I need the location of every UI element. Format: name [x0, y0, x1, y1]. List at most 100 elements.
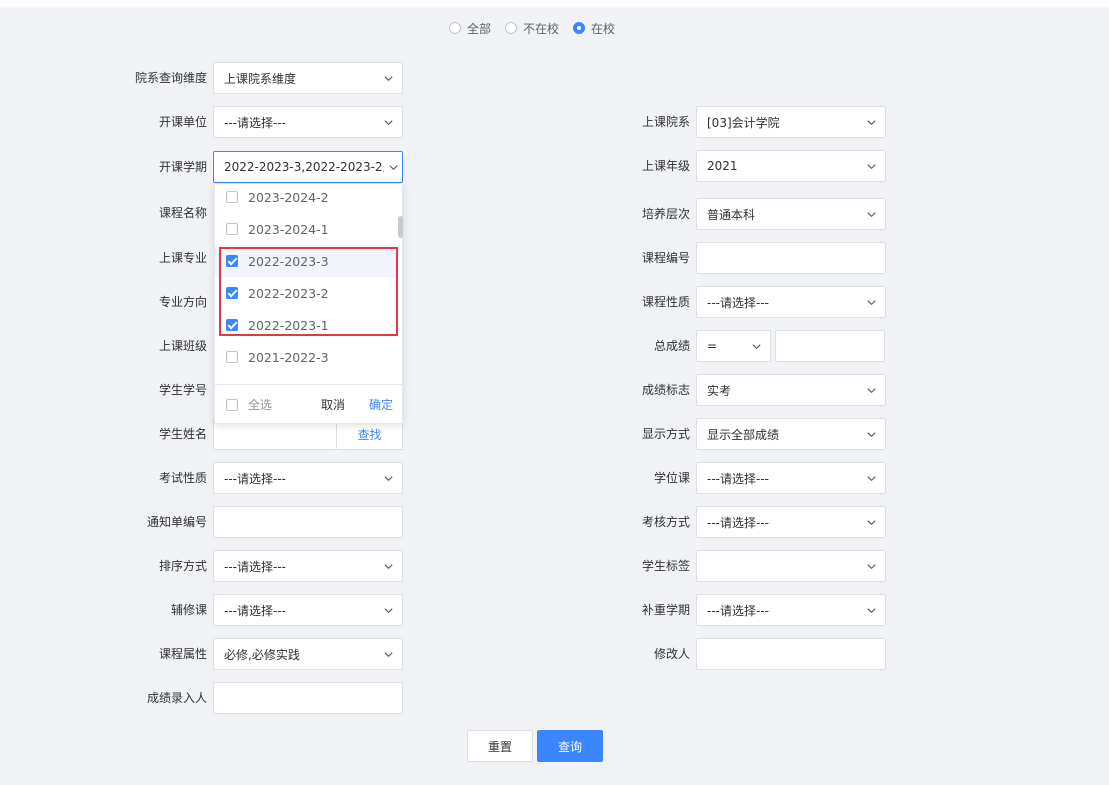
notice-no-input[interactable]: [213, 506, 403, 538]
radio-all[interactable]: 全部: [449, 20, 491, 37]
class-label: 上课班级: [158, 339, 207, 353]
radio-dot: [505, 22, 518, 34]
radio-dot: [449, 22, 461, 34]
checkbox-icon[interactable]: [226, 398, 238, 411]
checkbox-checked-icon[interactable]: [226, 287, 238, 299]
grade-select[interactable]: 2021: [696, 150, 886, 182]
minor-label: 辅修课: [170, 603, 207, 617]
term-label: 开课学期: [158, 160, 207, 174]
checkbox-icon[interactable]: [226, 191, 238, 203]
radio-label: 在校: [591, 21, 616, 36]
chevron-down-icon: [374, 639, 402, 669]
sort-select[interactable]: ---请选择---: [213, 550, 403, 582]
exam-type-label: 考试性质: [158, 471, 207, 485]
chevron-down-icon: [857, 551, 885, 581]
dropdown-footer: 全选 取消 确定: [215, 384, 402, 424]
top-bar: [0, 0, 1109, 7]
course-attr-select[interactable]: 必修,必修实践: [213, 638, 403, 670]
select-all-toggle[interactable]: 全选: [226, 396, 272, 413]
notice-no-label: 通知单编号: [146, 515, 207, 529]
level-select[interactable]: 普通本科: [696, 198, 886, 230]
score-flag-select[interactable]: 实考: [696, 374, 886, 406]
offering-unit-label: 开课单位: [158, 115, 207, 129]
term-option[interactable]: 2021-2022-3: [215, 341, 396, 373]
course-nature-select[interactable]: ---请选择---: [696, 286, 886, 318]
term-option[interactable]: 2022-2023-3: [215, 245, 396, 277]
select-value: ---请选择---: [707, 515, 769, 530]
retake-term-select[interactable]: ---请选择---: [696, 594, 886, 626]
checkbox-icon[interactable]: [226, 351, 238, 363]
radio-in-school[interactable]: 在校: [573, 20, 615, 37]
select-value: 上课院系维度: [224, 71, 297, 86]
reset-button[interactable]: 重置: [467, 730, 533, 762]
total-score-label: 总成绩: [653, 339, 690, 353]
dept-dimension-label: 院系查询维度: [134, 71, 207, 85]
modifier-label: 修改人: [653, 647, 690, 661]
chevron-down-icon: [857, 463, 885, 493]
display-mode-label: 显示方式: [641, 427, 690, 441]
chevron-down-icon: [374, 595, 402, 625]
chevron-down-icon: [384, 152, 402, 182]
modifier-input[interactable]: [696, 638, 886, 670]
chevron-down-icon: [857, 375, 885, 405]
term-multiselect[interactable]: 2022-2023-3,2022-2023-2,2022-2023-1: [213, 151, 403, 183]
select-value: 必修,必修实践: [224, 647, 300, 662]
radio-label: 全部: [467, 21, 492, 36]
chevron-down-icon: [374, 463, 402, 493]
radio-label: 不在校: [523, 21, 560, 36]
term-option-label: 2022-2023-3: [248, 253, 329, 269]
dropdown-cancel-button[interactable]: 取消: [321, 396, 345, 413]
dropdown-confirm-button[interactable]: 确定: [369, 396, 393, 413]
select-value: 实考: [707, 383, 732, 398]
term-option-label: 2022-2023-2: [248, 285, 329, 301]
entry-person-label: 成绩录入人: [146, 691, 207, 705]
term-option-label: 2021-2022-3: [248, 349, 329, 365]
total-score-input[interactable]: [775, 330, 885, 362]
status-radio-group: 全部 不在校 在校: [449, 19, 629, 37]
degree-course-select[interactable]: ---请选择---: [696, 462, 886, 494]
class-dept-select[interactable]: [03]会计学院: [696, 106, 886, 138]
select-value: [03]会计学院: [707, 115, 780, 130]
term-option[interactable]: 2022-2023-2: [215, 277, 396, 309]
checkbox-icon[interactable]: [226, 223, 238, 235]
exam-type-select[interactable]: ---请选择---: [213, 462, 403, 494]
direction-label: 专业方向: [158, 295, 207, 309]
select-value: ---请选择---: [707, 603, 769, 618]
radio-dot-selected: [573, 22, 586, 34]
display-mode-select[interactable]: 显示全部成绩: [696, 418, 886, 450]
offering-unit-select[interactable]: ---请选择---: [213, 106, 403, 138]
checkbox-checked-icon[interactable]: [226, 319, 238, 331]
major-label: 上课专业: [158, 251, 207, 265]
student-id-label: 学生学号: [158, 383, 207, 397]
student-name-label: 学生姓名: [158, 427, 207, 441]
chevron-down-icon: [374, 107, 402, 137]
entry-person-input[interactable]: [213, 682, 403, 714]
student-tag-select[interactable]: [696, 550, 886, 582]
level-label: 培养层次: [641, 207, 690, 221]
query-button[interactable]: 查询: [537, 730, 603, 762]
term-option[interactable]: 2022-2023-1: [215, 309, 396, 341]
select-value: ---请选择---: [224, 115, 286, 130]
minor-select[interactable]: ---请选择---: [213, 594, 403, 626]
assess-mode-select[interactable]: ---请选择---: [696, 506, 886, 538]
select-all-label: 全选: [248, 398, 273, 412]
chevron-down-icon: [857, 507, 885, 537]
dropdown-scrollbar[interactable]: [398, 216, 403, 238]
term-option-list[interactable]: 2023-2024-2 2023-2024-1 2022-2023-3 2022…: [215, 184, 404, 384]
chevron-down-icon: [857, 151, 885, 181]
course-attr-label: 课程属性: [158, 647, 207, 661]
course-no-input[interactable]: [696, 242, 886, 274]
dept-dimension-select[interactable]: 上课院系维度: [213, 62, 403, 94]
radio-not-in-school[interactable]: 不在校: [505, 20, 559, 37]
term-option-label: 2022-2023-1: [248, 317, 329, 333]
select-value: 2021: [707, 159, 738, 173]
select-value: ---请选择---: [224, 559, 286, 574]
total-score-operator-select[interactable]: =: [696, 330, 771, 362]
sort-label: 排序方式: [158, 559, 207, 573]
chevron-down-icon: [857, 595, 885, 625]
term-option[interactable]: 2023-2024-2: [215, 184, 396, 213]
chevron-down-icon: [374, 551, 402, 581]
term-option[interactable]: 2023-2024-1: [215, 213, 396, 245]
checkbox-checked-icon[interactable]: [226, 255, 238, 267]
grade-label: 上课年级: [641, 159, 690, 173]
